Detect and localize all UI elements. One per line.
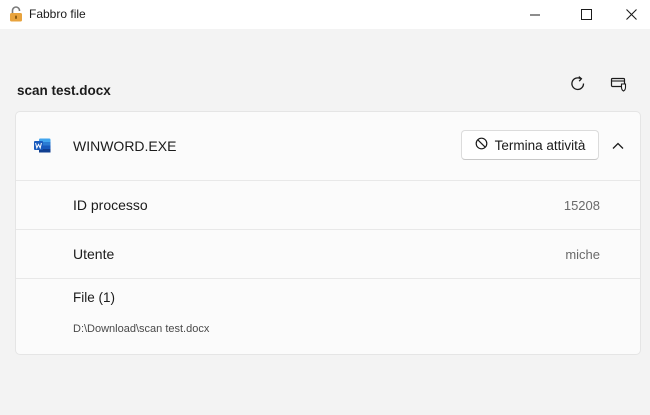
- user-label: Utente: [73, 246, 115, 262]
- detail-row-process-id: ID processo 15208: [16, 180, 640, 230]
- word-icon: [34, 138, 51, 153]
- maximize-button[interactable]: [563, 0, 609, 29]
- end-task-button[interactable]: Termina attività: [461, 130, 599, 160]
- block-icon: [475, 137, 488, 153]
- file-path[interactable]: D:\Download\scan test.docx: [73, 323, 209, 335]
- refresh-button[interactable]: [566, 74, 590, 98]
- process-card: WINWORD.EXE Termina attività ID processo…: [15, 111, 641, 355]
- files-title: File (1): [73, 290, 116, 305]
- collapse-button[interactable]: [608, 136, 628, 156]
- padlock-icon: [9, 6, 23, 22]
- process-name: WINWORD.EXE: [73, 138, 177, 154]
- maximize-icon: [580, 9, 592, 20]
- settings-shield-icon: [610, 75, 628, 98]
- title-bar: Fabbro file: [0, 0, 650, 29]
- user-value: miche: [565, 247, 600, 262]
- detail-row-user: Utente miche: [16, 229, 640, 279]
- close-icon: [625, 9, 637, 20]
- process-header: WINWORD.EXE Termina attività: [16, 112, 640, 181]
- page-title: scan test.docx: [17, 83, 111, 98]
- end-task-label: Termina attività: [494, 137, 586, 153]
- chevron-up-icon: [612, 137, 624, 155]
- process-id-label: ID processo: [73, 197, 148, 213]
- files-section: File (1) D:\Download\scan test.docx: [16, 279, 640, 354]
- minimize-icon: [530, 10, 540, 20]
- minimize-button[interactable]: [512, 0, 558, 29]
- window-title: Fabbro file: [29, 7, 86, 21]
- process-id-value: 15208: [563, 198, 600, 213]
- settings-button[interactable]: [607, 74, 631, 98]
- close-button[interactable]: [608, 0, 650, 29]
- refresh-icon: [569, 75, 587, 98]
